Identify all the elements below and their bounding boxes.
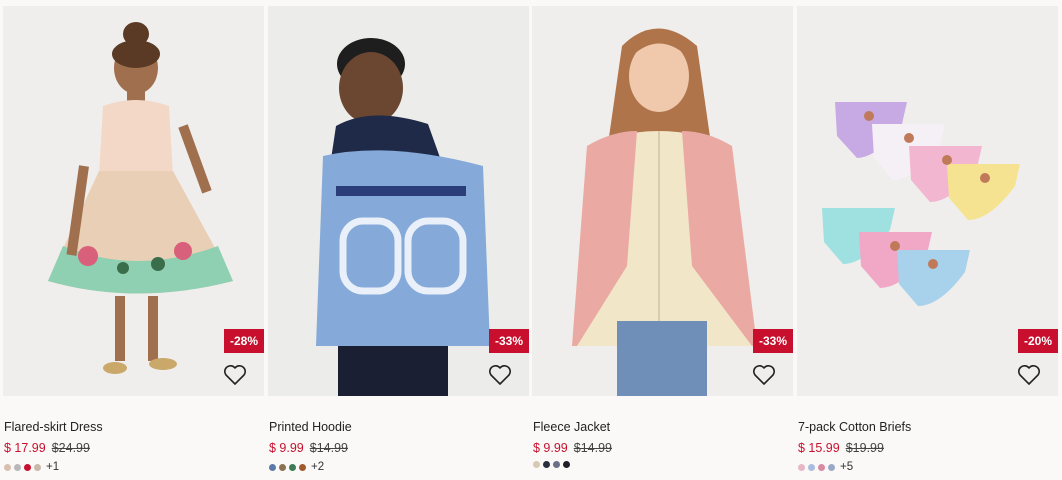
product-card[interactable]: -20% 7-pack Cotton Briefs $ 15.99 $19.99 … (797, 0, 1058, 480)
color-swatch[interactable] (553, 461, 560, 468)
favorite-button[interactable] (487, 362, 513, 388)
color-swatches: +5 (798, 461, 853, 473)
color-swatches (533, 461, 575, 468)
product-card[interactable]: -28% Flared-skirt Dress $ 17.99 $24.99 +1 (3, 0, 264, 480)
color-swatches: +2 (269, 461, 324, 473)
product-card[interactable]: -33% Fleece Jacket $ 9.99 $14.99 (532, 0, 793, 480)
original-price: $24.99 (51, 441, 90, 455)
color-swatch[interactable] (543, 461, 550, 468)
color-swatch[interactable] (798, 463, 805, 471)
sale-price: $ 9.99 (533, 441, 568, 455)
price-row: $ 17.99 $24.99 (4, 441, 90, 455)
product-name[interactable]: Printed Hoodie (269, 420, 352, 434)
favorite-button[interactable] (1016, 362, 1042, 388)
color-swatch[interactable] (24, 463, 31, 471)
heart-icon (224, 365, 246, 385)
heart-icon (489, 365, 511, 385)
product-image[interactable]: -33% (268, 6, 529, 396)
color-swatch[interactable] (14, 463, 21, 471)
color-swatch[interactable] (818, 463, 825, 471)
color-swatch[interactable] (808, 463, 815, 471)
color-swatch[interactable] (4, 463, 11, 471)
color-swatch[interactable] (279, 463, 286, 471)
price-row: $ 9.99 $14.99 (533, 441, 612, 455)
color-swatch[interactable] (269, 463, 276, 471)
discount-badge: -33% (752, 329, 793, 353)
color-swatch[interactable] (828, 463, 835, 471)
price-row: $ 15.99 $19.99 (798, 441, 884, 455)
favorite-button[interactable] (751, 362, 777, 388)
sale-price: $ 9.99 (269, 441, 304, 455)
sale-price: $ 17.99 (4, 441, 46, 455)
favorite-button[interactable] (222, 362, 248, 388)
color-swatch[interactable] (299, 463, 306, 471)
color-swatch[interactable] (34, 463, 41, 471)
discount-badge: -33% (488, 329, 529, 353)
sale-price: $ 15.99 (798, 441, 840, 455)
color-swatch[interactable] (289, 463, 296, 471)
product-name[interactable]: Fleece Jacket (533, 420, 610, 434)
color-swatch[interactable] (563, 461, 570, 468)
more-colors-count: +2 (311, 461, 325, 473)
heart-icon (1018, 365, 1040, 385)
discount-badge: -28% (223, 329, 264, 353)
color-swatch[interactable] (533, 461, 540, 468)
more-colors-count: +5 (840, 461, 854, 473)
original-price: $14.99 (573, 441, 612, 455)
heart-icon (753, 365, 775, 385)
product-name[interactable]: Flared-skirt Dress (4, 420, 103, 434)
product-image[interactable]: -33% (532, 6, 793, 396)
discount-badge: -20% (1017, 329, 1058, 353)
original-price: $19.99 (845, 441, 884, 455)
product-card[interactable]: -33% Printed Hoodie $ 9.99 $14.99 +2 (268, 0, 529, 480)
original-price: $14.99 (309, 441, 348, 455)
product-image[interactable]: -20% (797, 6, 1058, 396)
color-swatches: +1 (4, 461, 59, 473)
product-image[interactable]: -28% (3, 6, 264, 396)
product-name[interactable]: 7-pack Cotton Briefs (798, 420, 911, 434)
price-row: $ 9.99 $14.99 (269, 441, 348, 455)
more-colors-count: +1 (46, 461, 60, 473)
product-grid: -28% Flared-skirt Dress $ 17.99 $24.99 +1 (0, 0, 1062, 480)
